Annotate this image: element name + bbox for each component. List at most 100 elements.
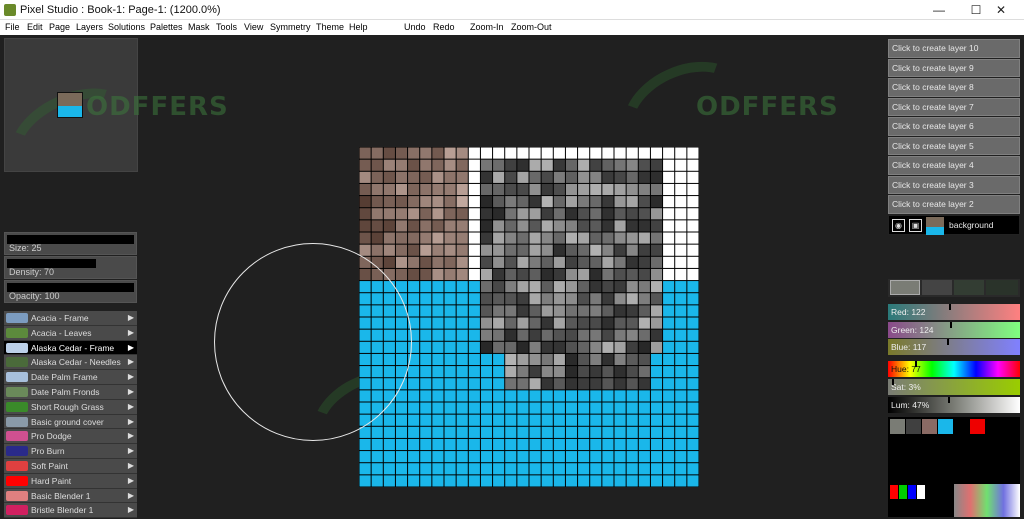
pixel-cell[interactable] xyxy=(638,232,650,244)
pixel-cell[interactable] xyxy=(626,329,638,341)
pixel-cell[interactable] xyxy=(468,402,480,414)
pixel-cell[interactable] xyxy=(432,329,444,341)
pixel-cell[interactable] xyxy=(687,366,699,378)
pixel-cell[interactable] xyxy=(687,475,699,487)
pixel-cell[interactable] xyxy=(663,366,675,378)
pixel-cell[interactable] xyxy=(359,159,371,171)
pixel-cell[interactable] xyxy=(517,147,529,159)
pixel-cell[interactable] xyxy=(444,171,456,183)
pixel-cell[interactable] xyxy=(602,451,614,463)
pixel-cell[interactable] xyxy=(444,220,456,232)
pixel-cell[interactable] xyxy=(565,475,578,487)
pixel-cell[interactable] xyxy=(614,463,626,475)
pixel-cell[interactable] xyxy=(529,244,541,256)
pixel-cell[interactable] xyxy=(383,208,395,220)
pixel-cell[interactable] xyxy=(493,414,505,426)
pixel-cell[interactable] xyxy=(359,317,371,329)
pixel-cell[interactable] xyxy=(444,414,456,426)
pixel-cell[interactable] xyxy=(420,426,432,438)
pixel-cell[interactable] xyxy=(420,353,432,366)
pixel-cell[interactable] xyxy=(408,438,420,451)
pixel-cell[interactable] xyxy=(408,378,420,390)
pixel-cell[interactable] xyxy=(383,329,395,341)
pixel-cell[interactable] xyxy=(638,268,650,281)
pixel-cell[interactable] xyxy=(493,305,505,317)
pixel-cell[interactable] xyxy=(602,281,614,293)
pixel-cell[interactable] xyxy=(663,451,675,463)
pixel-cell[interactable] xyxy=(444,378,456,390)
pixel-cell[interactable] xyxy=(444,196,456,208)
pixel-cell[interactable] xyxy=(663,293,675,305)
pixel-cell[interactable] xyxy=(541,256,553,268)
pixel-cell[interactable] xyxy=(444,208,456,220)
pixel-cell[interactable] xyxy=(675,220,687,232)
pixel-cell[interactable] xyxy=(638,317,650,329)
pixel-cell[interactable] xyxy=(553,426,565,438)
pixel-cell[interactable] xyxy=(590,414,602,426)
pixel-cell[interactable] xyxy=(578,317,590,329)
pixel-cell[interactable] xyxy=(541,378,553,390)
pixel-cell[interactable] xyxy=(420,475,432,487)
pixel-cell[interactable] xyxy=(395,159,408,171)
pixel-cell[interactable] xyxy=(383,281,395,293)
pixel-cell[interactable] xyxy=(663,341,675,353)
pixel-cell[interactable] xyxy=(444,256,456,268)
pixel-cell[interactable] xyxy=(432,293,444,305)
pixel-cell[interactable] xyxy=(432,147,444,159)
pixel-cell[interactable] xyxy=(590,317,602,329)
pixel-cell[interactable] xyxy=(663,438,675,451)
pixel-cell[interactable] xyxy=(602,171,614,183)
pixel-cell[interactable] xyxy=(650,208,663,220)
drawing-canvas[interactable] xyxy=(359,147,699,487)
pixel-cell[interactable] xyxy=(383,438,395,451)
pixel-cell[interactable] xyxy=(687,438,699,451)
pixel-cell[interactable] xyxy=(650,451,663,463)
pixel-cell[interactable] xyxy=(493,281,505,293)
pixel-cell[interactable] xyxy=(578,329,590,341)
pixel-cell[interactable] xyxy=(359,402,371,414)
pixel-cell[interactable] xyxy=(650,159,663,171)
pixel-cell[interactable] xyxy=(675,463,687,475)
pixel-cell[interactable] xyxy=(371,159,383,171)
pixel-cell[interactable] xyxy=(650,463,663,475)
pixel-cell[interactable] xyxy=(468,329,480,341)
pixel-cell[interactable] xyxy=(383,426,395,438)
menu-layers[interactable]: Layers xyxy=(76,22,103,32)
pixel-cell[interactable] xyxy=(432,426,444,438)
pixel-cell[interactable] xyxy=(432,451,444,463)
pixel-cell[interactable] xyxy=(408,268,420,281)
pixel-cell[interactable] xyxy=(626,256,638,268)
pixel-cell[interactable] xyxy=(493,366,505,378)
pixel-cell[interactable] xyxy=(553,390,565,402)
pixel-cell[interactable] xyxy=(408,353,420,366)
pixel-cell[interactable] xyxy=(395,305,408,317)
pixel-cell[interactable] xyxy=(383,305,395,317)
pixel-cell[interactable] xyxy=(505,353,517,366)
pixel-cell[interactable] xyxy=(578,463,590,475)
pixel-cell[interactable] xyxy=(456,426,468,438)
palette-swatch[interactable] xyxy=(906,419,921,434)
menu-help[interactable]: Help xyxy=(349,22,368,32)
pixel-cell[interactable] xyxy=(687,305,699,317)
pixel-cell[interactable] xyxy=(359,341,371,353)
pixel-cell[interactable] xyxy=(359,414,371,426)
pixel-cell[interactable] xyxy=(359,147,371,159)
pixel-cell[interactable] xyxy=(529,402,541,414)
pixel-cell[interactable] xyxy=(517,451,529,463)
pixel-cell[interactable] xyxy=(468,256,480,268)
pixel-cell[interactable] xyxy=(541,196,553,208)
pixel-cell[interactable] xyxy=(444,305,456,317)
pixel-cell[interactable] xyxy=(529,268,541,281)
pixel-cell[interactable] xyxy=(675,281,687,293)
pixel-cell[interactable] xyxy=(578,232,590,244)
brush-item[interactable]: Alaska Cedar - Needles ▶ xyxy=(4,355,137,371)
pixel-cell[interactable] xyxy=(408,159,420,171)
pixel-cell[interactable] xyxy=(687,208,699,220)
pixel-cell[interactable] xyxy=(663,475,675,487)
pixel-cell[interactable] xyxy=(602,293,614,305)
pixel-cell[interactable] xyxy=(383,159,395,171)
pixel-cell[interactable] xyxy=(541,353,553,366)
hue-slider[interactable]: Hue: 77 xyxy=(888,361,1020,377)
pixel-cell[interactable] xyxy=(371,196,383,208)
pixel-cell[interactable] xyxy=(650,256,663,268)
